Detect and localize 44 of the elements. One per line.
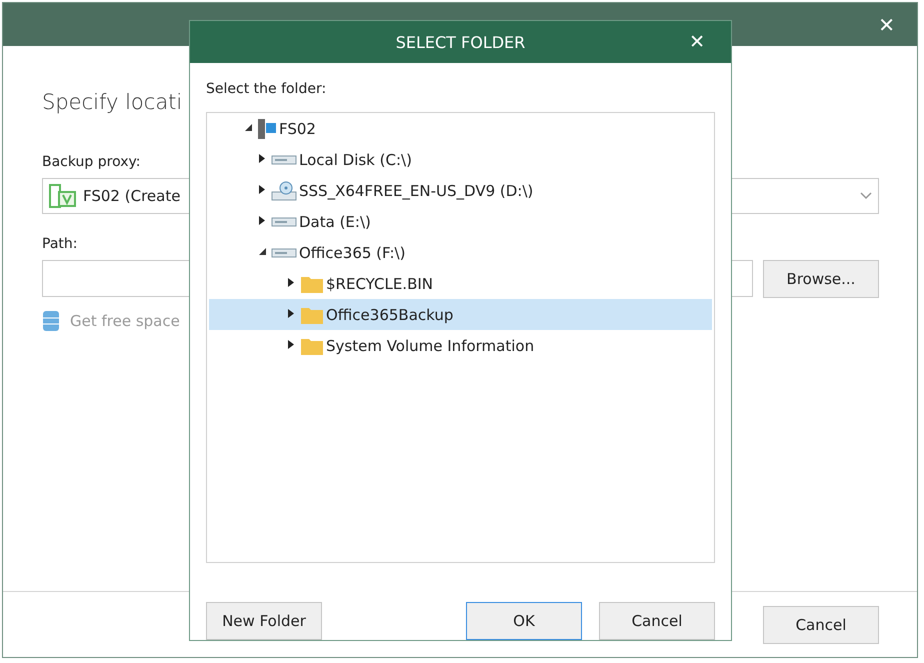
- collapsed-caret-icon[interactable]: [259, 184, 265, 194]
- tree-item-label: FS02: [279, 120, 316, 138]
- chevron-down-icon: [860, 192, 872, 200]
- tree-item[interactable]: FS02: [209, 113, 712, 144]
- tree-item-label: SSS_X64FREE_EN-US_DV9 (D:\): [299, 182, 534, 200]
- close-button[interactable]: ✕: [878, 12, 895, 36]
- tree-item-label: Office365Backup: [326, 306, 454, 324]
- expanded-caret-icon[interactable]: [259, 248, 266, 254]
- dialog-button[interactable]: OK: [466, 602, 582, 640]
- tree-item[interactable]: System Volume Information: [209, 330, 712, 361]
- computer-icon: [257, 118, 277, 140]
- tree-item[interactable]: Data (E:\): [209, 206, 712, 237]
- drive-icon: [271, 216, 297, 226]
- tree-item-label: Office365 (F:\): [299, 244, 406, 262]
- dialog-button[interactable]: New Folder: [206, 602, 322, 640]
- tree-item[interactable]: $RECYCLE.BIN: [209, 268, 712, 299]
- tree-item-label: Data (E:\): [299, 212, 371, 230]
- tree-item-label: $RECYCLE.BIN: [326, 274, 434, 292]
- collapsed-caret-icon[interactable]: [288, 340, 294, 348]
- dialog-title: SELECT FOLDER: [396, 32, 526, 52]
- tree-item[interactable]: SSS_X64FREE_EN-US_DV9 (D:\): [209, 175, 712, 206]
- disc-drive-icon: [271, 180, 297, 200]
- collapsed-caret-icon[interactable]: [259, 154, 265, 162]
- page-heading: Specify locati: [42, 90, 184, 114]
- dialog-button[interactable]: Cancel: [599, 602, 715, 640]
- tree-item[interactable]: Office365 (F:\): [209, 237, 712, 268]
- field-label: Backup proxy:: [42, 154, 141, 170]
- server-icon: [49, 183, 77, 209]
- tree-item-label: Local Disk (C:\): [299, 150, 412, 168]
- prompt-text: Select the folder:: [206, 81, 328, 97]
- database-icon: [42, 310, 60, 332]
- collapsed-caret-icon[interactable]: [259, 216, 265, 224]
- tree-item-label: System Volume Information: [326, 336, 534, 354]
- collapsed-caret-icon[interactable]: [288, 308, 294, 318]
- expanded-caret-icon[interactable]: [245, 124, 252, 130]
- cancel-button[interactable]: Cancel: [763, 606, 879, 644]
- collapsed-caret-icon[interactable]: [288, 278, 294, 286]
- drive-icon: [271, 154, 297, 164]
- tree-item[interactable]: Office365Backup: [209, 299, 712, 330]
- field-label: Path:: [42, 236, 78, 252]
- drive-icon: [271, 248, 297, 258]
- browse-button[interactable]: Browse...: [763, 260, 879, 298]
- close-button[interactable]: ✕: [689, 31, 705, 53]
- tree-item[interactable]: Local Disk (C:\): [209, 144, 712, 175]
